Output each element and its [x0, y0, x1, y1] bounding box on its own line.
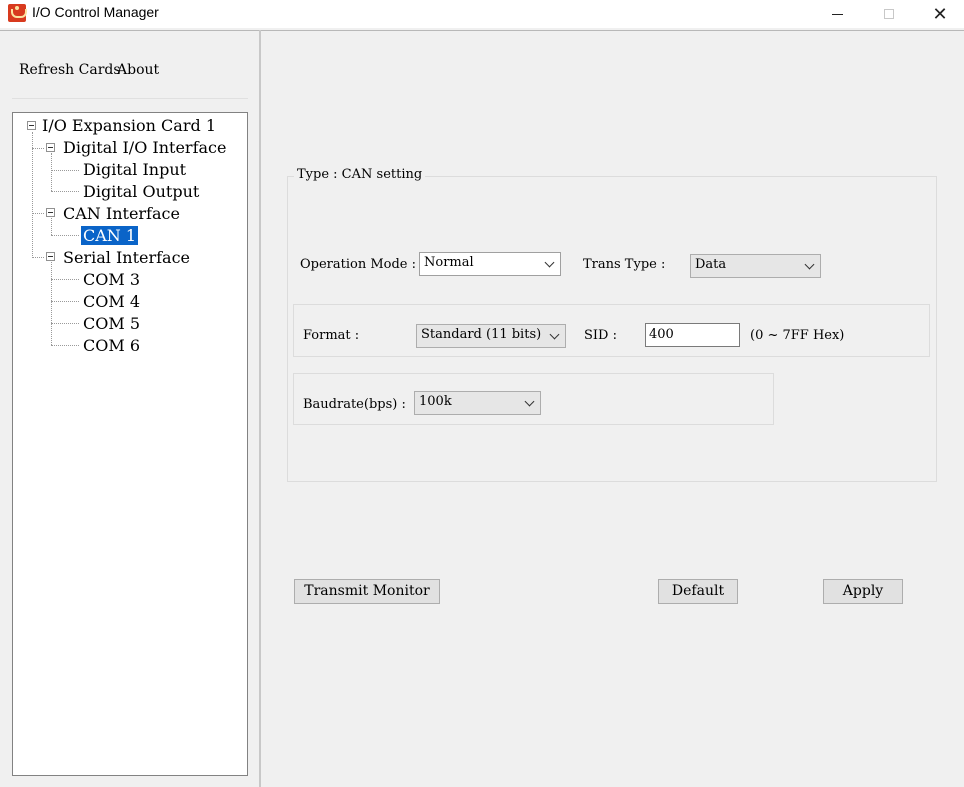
- baudrate-label: Baudrate(bps) :: [303, 397, 406, 412]
- tree-line: [51, 170, 79, 171]
- tree-line: [51, 301, 79, 302]
- collapse-toggle-icon[interactable]: [46, 208, 55, 217]
- close-icon: ✕: [932, 3, 948, 25]
- tree-line: [32, 257, 44, 258]
- trans-type-value: Data: [695, 257, 727, 272]
- tree-line: [51, 191, 79, 192]
- title-bar: I/O Control Manager ✕: [0, 0, 964, 28]
- format-value: Standard (11 bits): [421, 327, 542, 342]
- sid-label: SID :: [584, 328, 617, 343]
- minimize-icon: [831, 13, 843, 15]
- chevron-down-icon: [549, 329, 560, 340]
- tree-line: [32, 132, 33, 258]
- tree-line: [32, 213, 44, 214]
- about-menu[interactable]: About: [117, 62, 159, 78]
- tree-node-can-interface[interactable]: CAN Interface: [61, 204, 182, 224]
- operation-mode-value: Normal: [424, 255, 474, 270]
- collapse-toggle-icon[interactable]: [46, 252, 55, 261]
- sid-range-hint: (0 ~ 7FF Hex): [750, 328, 845, 343]
- tree-line: [51, 153, 52, 191]
- tree-line: [51, 279, 79, 280]
- collapse-toggle-icon[interactable]: [27, 121, 36, 130]
- tree-node-card-1[interactable]: I/O Expansion Card 1: [40, 116, 218, 136]
- refresh-cards-menu[interactable]: Refresh Cards: [19, 62, 121, 78]
- card-tree-view[interactable]: I/O Expansion Card 1 Digital I/O Interfa…: [12, 112, 248, 776]
- baudrate-value: 100k: [419, 394, 452, 409]
- tree-line: [32, 148, 44, 149]
- close-button[interactable]: ✕: [917, 0, 963, 28]
- trans-type-label: Trans Type :: [583, 257, 666, 272]
- app-icon: [8, 4, 27, 22]
- tree-node-com-4[interactable]: COM 4: [81, 292, 142, 312]
- format-label: Format :: [303, 328, 360, 343]
- maximize-button[interactable]: [866, 0, 912, 28]
- operation-mode-select[interactable]: Normal: [419, 252, 561, 276]
- tree-node-can-1[interactable]: CAN 1: [81, 226, 139, 246]
- format-select[interactable]: Standard (11 bits): [416, 324, 566, 348]
- chevron-down-icon: [544, 257, 555, 268]
- collapse-toggle-icon[interactable]: [46, 143, 55, 152]
- apply-button[interactable]: Apply: [823, 579, 903, 604]
- menu-divider: [12, 98, 248, 99]
- transmit-monitor-button[interactable]: Transmit Monitor: [294, 579, 440, 604]
- tree-node-digital-io[interactable]: Digital I/O Interface: [61, 138, 228, 158]
- tree-node-com-3[interactable]: COM 3: [81, 270, 142, 290]
- maximize-icon: [884, 9, 894, 19]
- tree-node-serial-interface[interactable]: Serial Interface: [61, 248, 192, 268]
- tree-node-digital-input[interactable]: Digital Input: [81, 160, 188, 180]
- tree-line: [51, 235, 79, 236]
- window-title: I/O Control Manager: [32, 4, 159, 20]
- tree-node-com-5[interactable]: COM 5: [81, 314, 142, 334]
- tree-line: [51, 323, 79, 324]
- tree-node-com-6[interactable]: COM 6: [81, 336, 142, 356]
- group-title: Type : CAN setting: [294, 167, 426, 182]
- baudrate-select[interactable]: 100k: [414, 391, 541, 415]
- tree-line: [51, 345, 79, 346]
- trans-type-select[interactable]: Data: [690, 254, 821, 278]
- chevron-down-icon: [804, 259, 815, 270]
- minimize-button[interactable]: [814, 0, 860, 28]
- chevron-down-icon: [524, 396, 535, 407]
- tree-node-digital-output[interactable]: Digital Output: [81, 182, 201, 202]
- sid-input[interactable]: 400: [645, 323, 740, 347]
- default-button[interactable]: Default: [658, 579, 738, 604]
- tree-line: [51, 262, 52, 345]
- tree-line: [51, 218, 52, 235]
- operation-mode-label: Operation Mode :: [300, 257, 417, 272]
